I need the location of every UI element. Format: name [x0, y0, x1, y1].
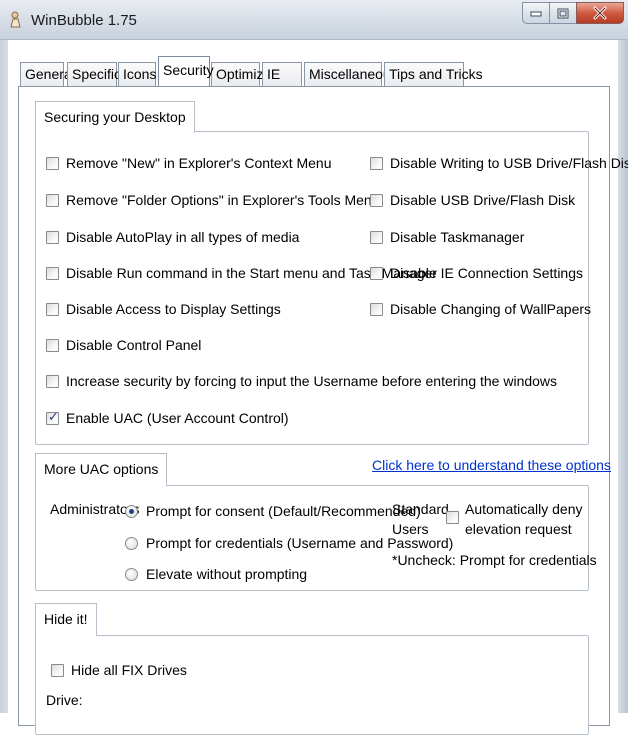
option-label: Disable IE Connection Settings [390, 265, 583, 281]
tab-label: Icons [123, 66, 157, 82]
auto-deny-label-line2: elevation request [465, 521, 572, 537]
checkbox[interactable] [370, 266, 383, 280]
option-disable-taskmanager[interactable]: Disable Taskmanager [370, 227, 524, 247]
radio-prompt-consent[interactable]: Prompt for consent (Default/Recommended) [125, 501, 421, 521]
window-frame-right [618, 40, 628, 713]
hide-group-title: Hide it! [35, 603, 97, 636]
option-disable-autoplay[interactable]: Disable AutoPlay in all types of media [46, 227, 299, 247]
securing-desktop-group [35, 131, 589, 445]
option-disable-display-settings[interactable]: Disable Access to Display Settings [46, 299, 281, 319]
option-remove-new[interactable]: Remove "New" in Explorer's Context Menu [46, 153, 332, 173]
option-hide-fix-drives[interactable]: Hide all FIX Drives [51, 660, 187, 680]
option-label: Remove "Folder Options" in Explorer's To… [66, 192, 380, 208]
maximize-icon [557, 8, 569, 18]
tab-ie[interactable]: IE [262, 62, 302, 87]
option-disable-ie-connection[interactable]: Disable IE Connection Settings [370, 263, 583, 283]
title-bar[interactable]: WinBubble 1.75 [0, 0, 628, 40]
tab-icons[interactable]: Icons [118, 62, 156, 87]
close-icon [593, 6, 607, 20]
option-label: Increase security by forcing to input th… [66, 373, 558, 389]
radio-elevate-without-prompting[interactable]: Elevate without prompting [125, 564, 307, 584]
option-label: Disable AutoPlay in all types of media [66, 229, 300, 245]
radio-button-selected[interactable] [125, 504, 138, 518]
minimize-icon [530, 11, 542, 17]
checkbox[interactable] [46, 338, 59, 352]
close-button[interactable] [576, 2, 624, 24]
checkbox[interactable] [370, 193, 383, 207]
option-disable-usb-drive[interactable]: Disable USB Drive/Flash Disk [370, 190, 575, 210]
standard-users-label-line1: Standard [392, 501, 449, 517]
option-label: Enable UAC (User Account Control) [66, 410, 289, 426]
checkbox[interactable] [370, 302, 383, 316]
standard-users-label-line2: Users [392, 521, 429, 537]
radio-button[interactable] [125, 536, 138, 550]
auto-deny-label-line1: Automatically deny [465, 501, 583, 517]
option-enable-uac[interactable]: Enable UAC (User Account Control) [46, 408, 289, 428]
checkbox[interactable] [46, 374, 59, 388]
uac-help-link[interactable]: Click here to understand these options [372, 457, 611, 473]
option-label: Disable Writing to USB Drive/Flash Disk [390, 155, 628, 171]
option-force-username[interactable]: Increase security by forcing to input th… [46, 371, 557, 391]
option-remove-folder-options[interactable]: Remove "Folder Options" in Explorer's To… [46, 190, 380, 210]
maximize-button[interactable] [549, 2, 576, 24]
checkbox[interactable] [46, 230, 59, 244]
checkbox[interactable] [51, 663, 64, 677]
window-frame-left [0, 40, 8, 713]
checkbox[interactable] [370, 230, 383, 244]
tab-optimize[interactable]: Optimize [211, 62, 271, 87]
radio-label: Prompt for consent (Default/Recommended) [146, 503, 421, 519]
radio-label: Prompt for credentials (Username and Pas… [146, 535, 454, 551]
minimize-button[interactable] [522, 2, 549, 24]
checkbox[interactable] [46, 193, 59, 207]
tab-label: Security [163, 62, 214, 78]
option-label: Disable Changing of WallPapers [390, 301, 592, 317]
option-label: Disable USB Drive/Flash Disk [390, 192, 576, 208]
checkbox[interactable] [46, 302, 59, 316]
tab-label: Specific [72, 66, 122, 82]
checkbox[interactable] [370, 156, 383, 170]
option-disable-control-panel[interactable]: Disable Control Panel [46, 335, 201, 355]
option-label: Disable Control Panel [66, 337, 202, 353]
securing-desktop-title: Securing your Desktop [35, 101, 195, 133]
radio-button[interactable] [125, 567, 138, 581]
option-disable-usb-writing[interactable]: Disable Writing to USB Drive/Flash Disk [370, 153, 628, 173]
tab-label: IE [267, 66, 281, 82]
tab-security[interactable]: Security [158, 56, 214, 86]
tab-label: Tips and Tricks [389, 66, 483, 82]
option-label: Hide all FIX Drives [71, 662, 187, 678]
hide-group [35, 635, 589, 735]
drive-label: Drive: [46, 692, 83, 708]
app-icon [10, 11, 21, 28]
tab-tips-and-tricks[interactable]: Tips and Tricks [384, 62, 483, 87]
checkbox[interactable] [46, 266, 59, 280]
radio-label: Elevate without prompting [146, 566, 308, 582]
tab-general[interactable]: General [20, 62, 75, 87]
checkbox-checked[interactable] [46, 410, 59, 425]
auto-deny-checkbox[interactable] [446, 511, 459, 524]
window-title: WinBubble 1.75 [31, 12, 137, 29]
security-tab-panel: Securing your Desktop Remove "New" in Ex… [18, 86, 628, 735]
tab-miscellaneous[interactable]: Miscellaneous [304, 62, 398, 87]
checkbox[interactable] [46, 156, 59, 170]
uac-options-title: More UAC options [35, 453, 168, 486]
tab-specific[interactable]: Specific [67, 62, 121, 87]
uncheck-note: *Uncheck: Prompt for credentials [392, 552, 597, 568]
option-label: Disable Taskmanager [390, 229, 525, 245]
option-disable-wallpapers[interactable]: Disable Changing of WallPapers [370, 299, 591, 319]
option-label: Disable Access to Display Settings [66, 301, 281, 317]
option-label: Remove "New" in Explorer's Context Menu [66, 155, 332, 171]
